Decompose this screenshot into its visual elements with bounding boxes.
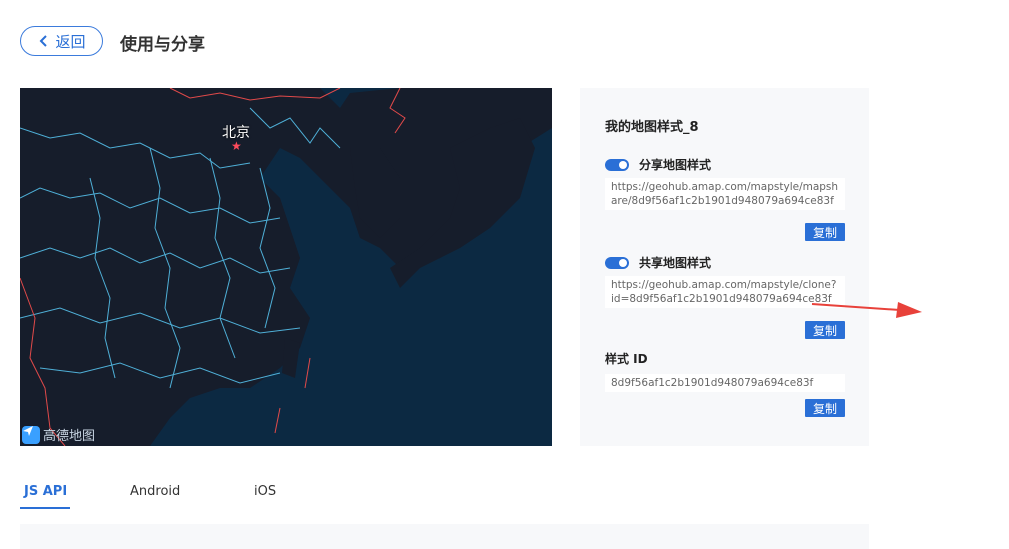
style-name: 我的地图样式_8 [605, 120, 699, 135]
tab-ios[interactable]: iOS [254, 484, 276, 499]
style-id-field[interactable]: 8d9f56af1c2b1901d948079a694ce83f [605, 374, 845, 392]
amap-logo: 高德地图 [22, 425, 95, 444]
share-toggle-label: 分享地图样式 [639, 158, 712, 172]
chevron-left-icon [40, 35, 48, 47]
taiwan-land [282, 338, 300, 378]
copy-share-url-button[interactable]: 复制 [805, 223, 845, 241]
capital-star-icon: ★ [231, 139, 242, 153]
clone-toggle-label: 共享地图样式 [639, 256, 712, 270]
clone-toggle[interactable] [605, 256, 629, 269]
share-toggle[interactable] [605, 158, 629, 171]
map-canvas [20, 88, 552, 446]
back-button[interactable]: 返回 [20, 26, 103, 56]
back-button-label: 返回 [55, 32, 86, 51]
red-arrow-annotation [810, 296, 922, 324]
clone-url-field[interactable]: https://geohub.amap.com/mapstyle/clone?i… [605, 276, 845, 308]
map-preview[interactable]: 北京 ★ 高德地图 [20, 88, 552, 446]
amap-logo-text: 高德地图 [43, 429, 96, 444]
code-area [20, 524, 869, 549]
tab-android[interactable]: Android [130, 484, 180, 499]
tab-js-api[interactable]: JS API [24, 484, 67, 499]
share-toggle-row: 分享地图样式 [605, 156, 711, 173]
clone-toggle-row: 共享地图样式 [605, 254, 711, 271]
page-title: 使用与分享 [120, 35, 205, 55]
share-panel: 我的地图样式_8 分享地图样式 https://geohub.amap.com/… [580, 88, 869, 446]
copy-style-id-button[interactable]: 复制 [805, 399, 845, 417]
style-id-label: 样式 ID [605, 352, 648, 366]
amap-logo-icon [22, 425, 40, 444]
share-url-field[interactable]: https://geohub.amap.com/mapstyle/mapshar… [605, 178, 845, 210]
active-tab-indicator [20, 507, 70, 509]
